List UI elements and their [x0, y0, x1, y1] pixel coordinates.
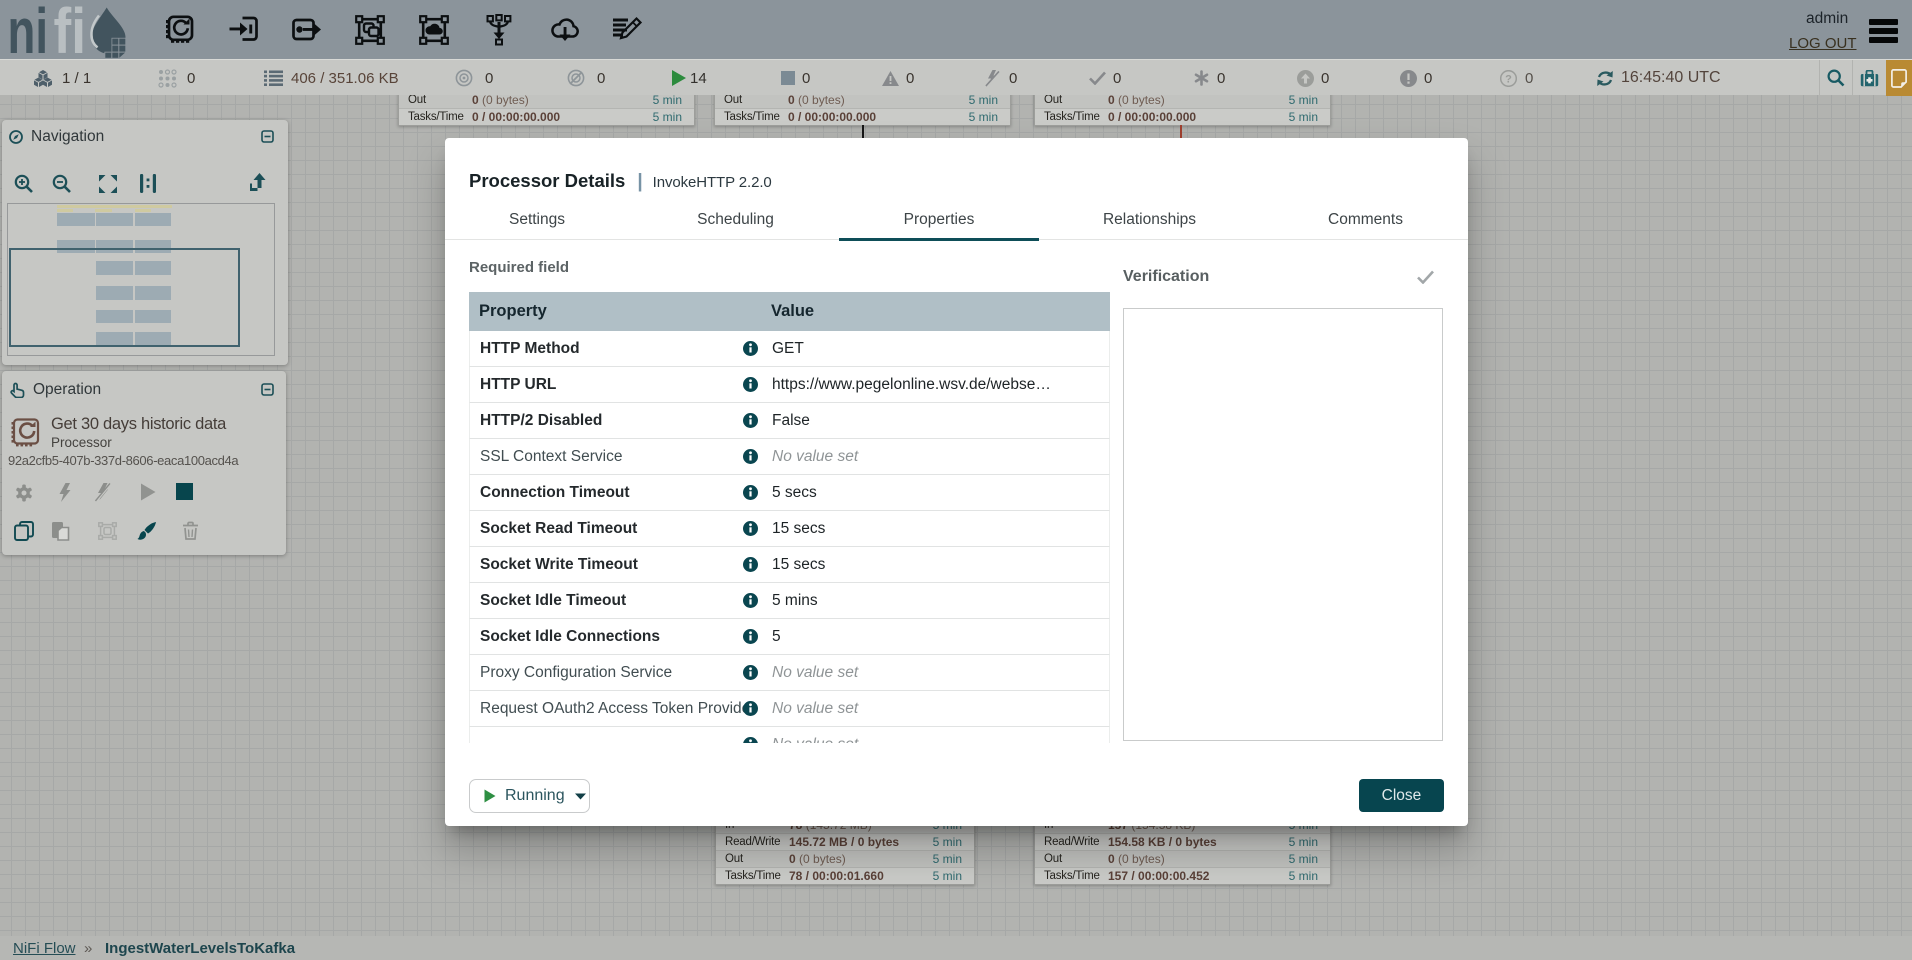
- svg-text:ni: ni: [8, 0, 49, 59]
- svg-text:?: ?: [1505, 73, 1512, 85]
- svg-text:fi: fi: [54, 0, 87, 59]
